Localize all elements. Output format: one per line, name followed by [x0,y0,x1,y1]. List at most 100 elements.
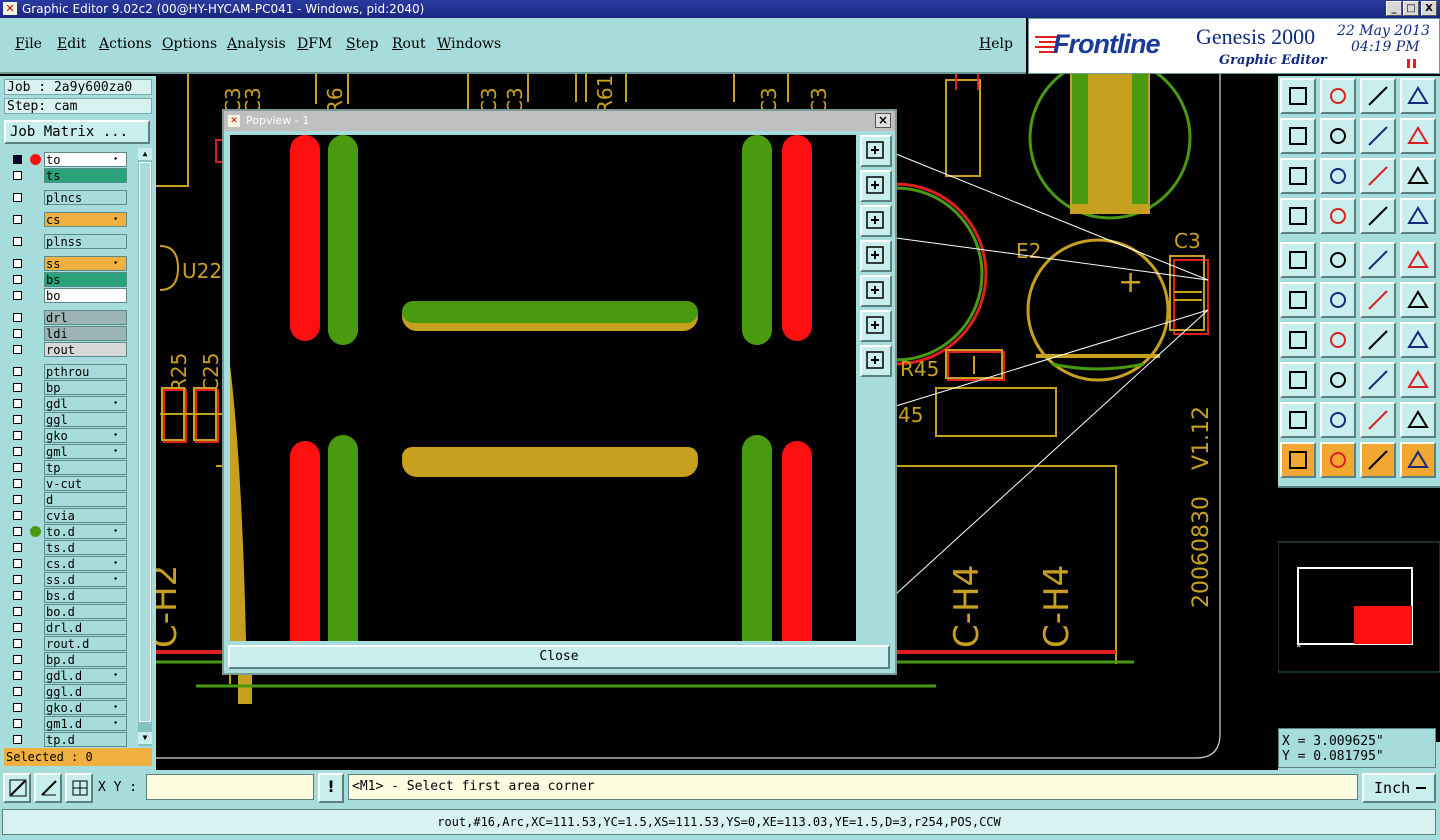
arch-a-tool-button[interactable] [1360,402,1396,438]
scroll-down-arrow-icon[interactable]: ▼ [138,732,152,744]
layer-checkbox[interactable] [13,735,22,744]
menu-edit[interactable]: Edit [57,36,86,52]
layer-row-gko[interactable]: gko ⬩ [8,428,128,444]
layer-checkbox[interactable] [13,463,22,472]
popview-canvas[interactable] [230,135,856,641]
scroll-thumb[interactable] [139,162,151,722]
layer-row-ggl-d[interactable]: ggl.d [8,684,128,700]
layer-checkbox[interactable] [13,383,22,392]
layer-checkbox[interactable] [13,575,22,584]
maximize-button[interactable]: □ [1403,1,1419,16]
menu-file[interactable]: File [15,36,42,52]
layer-checkbox[interactable] [13,543,22,552]
angle-tool-button[interactable] [1280,322,1316,358]
layer-checkbox[interactable] [13,671,22,680]
arc-tool-button[interactable] [1360,322,1396,358]
layer-row-cs-d[interactable]: cs.d ⬩ [8,556,128,572]
menu-windows[interactable]: Windows [437,36,501,52]
slope-tool-button[interactable] [1320,322,1356,358]
layer-checkbox[interactable] [13,193,22,202]
layer-row-plncs[interactable]: plncs [8,190,128,206]
layer-checkbox[interactable] [13,415,22,424]
popview-close-icon[interactable]: × [875,113,891,128]
layer-color-dot-icon[interactable] [30,154,41,165]
select-color-tool-button[interactable] [1320,242,1356,278]
rotate-view-tool-button[interactable] [1360,118,1396,154]
layer-checkbox[interactable] [13,313,22,322]
close-window-button[interactable]: X [1421,1,1437,16]
menu-dfm[interactable]: DFM [297,36,332,52]
triangle-b-tool-button[interactable] [1320,402,1356,438]
layer-row-v-cut[interactable]: v-cut [8,476,128,492]
menu-options[interactable]: Options [162,36,217,52]
pop-pan-left-button[interactable] [860,240,892,272]
zoom-area-button[interactable] [3,773,31,803]
select-pointer-tool-button[interactable] [1360,442,1396,478]
line-blue-tool-button[interactable] [1400,282,1436,318]
line-red-tool-button[interactable] [1360,282,1396,318]
warning-button[interactable]: ! [318,773,344,803]
layer-checkbox[interactable] [13,345,22,354]
layer-row-to[interactable]: to ⬩ [8,152,128,168]
layer-checkbox[interactable] [13,623,22,632]
layer-checkbox[interactable] [13,511,22,520]
layer-row-gdl[interactable]: gdl ⬩ [8,396,128,412]
layer-row-ldi[interactable]: ldi [8,326,128,342]
select-box-tool-button[interactable] [1320,442,1356,478]
route-tool-button[interactable] [1400,442,1436,478]
layer-row-ggl[interactable]: ggl [8,412,128,428]
layer-row-drl[interactable]: drl [8,310,128,326]
zoom-center-tool-button[interactable] [1320,158,1356,194]
pop-fit-button[interactable] [860,135,892,167]
layer-checkbox[interactable] [13,687,22,696]
layer-checkbox[interactable] [13,495,22,504]
layer-checkbox[interactable] [13,399,22,408]
flip-view-tool-button[interactable] [1400,118,1436,154]
layer-checkbox[interactable] [13,655,22,664]
layer-row-plnss[interactable]: plnss [8,234,128,250]
popview-close-button[interactable]: Close [228,645,890,669]
layer-row-tp-d[interactable]: tp.d [8,732,128,748]
layer-row-bp[interactable]: bp [8,380,128,396]
layer-row-bs[interactable]: bs [8,272,128,288]
menu-rout[interactable]: Rout [392,36,426,52]
layer-checkbox[interactable] [13,155,22,164]
layer-row-bo[interactable]: bo [8,288,128,304]
layer-row-drl-d[interactable]: drl.d [8,620,128,636]
layer-checkbox[interactable] [13,171,22,180]
scale-1-2-tool-button[interactable] [1360,158,1396,194]
layer-checkbox[interactable] [13,719,22,728]
pop-pan-down-button[interactable] [860,205,892,237]
layer-checkbox[interactable] [13,275,22,284]
pop-pan-right-button[interactable] [860,275,892,307]
triangle-a-tool-button[interactable] [1280,402,1316,438]
properties-tool-button[interactable] [1280,198,1316,234]
layer-row-gko-d[interactable]: gko.d ⬩ [8,700,128,716]
menu-analysis[interactable]: Analysis [227,36,286,52]
move-left-tool-button[interactable] [1280,118,1316,154]
layer-row-rout[interactable]: rout [8,342,128,358]
split-view-tool-button[interactable] [1400,78,1436,114]
layer-row-bp-d[interactable]: bp.d [8,652,128,668]
grid-snap-button[interactable] [65,773,93,803]
overview-map[interactable]: × [1277,486,1440,742]
layer-row-cvia[interactable]: cvia [8,508,128,524]
menu-step[interactable]: Step [346,36,378,52]
layer-row-ts-d[interactable]: ts.d [8,540,128,556]
move-down-tool-button[interactable] [1320,78,1356,114]
layer-row-ss[interactable]: ss ⬩ [8,256,128,272]
layer-checkbox[interactable] [13,329,22,338]
layer-row-pthrou[interactable]: pthrou [8,364,128,380]
snap-compare-tool-button[interactable] [1400,198,1436,234]
layer-row-ts[interactable]: ts [8,168,128,184]
layer-checkbox[interactable] [13,367,22,376]
layer-row-gdl-d[interactable]: gdl.d ⬩ [8,668,128,684]
xy-input[interactable] [146,774,314,800]
layer-row-ss-d[interactable]: ss.d ⬩ [8,572,128,588]
connect-tool-button[interactable] [1280,282,1316,318]
circle-tool-button[interactable] [1400,242,1436,278]
layer-checkbox[interactable] [13,639,22,648]
layer-row-bo-d[interactable]: bo.d [8,604,128,620]
layer-checkbox[interactable] [13,559,22,568]
home-view-tool-button[interactable] [1360,78,1396,114]
